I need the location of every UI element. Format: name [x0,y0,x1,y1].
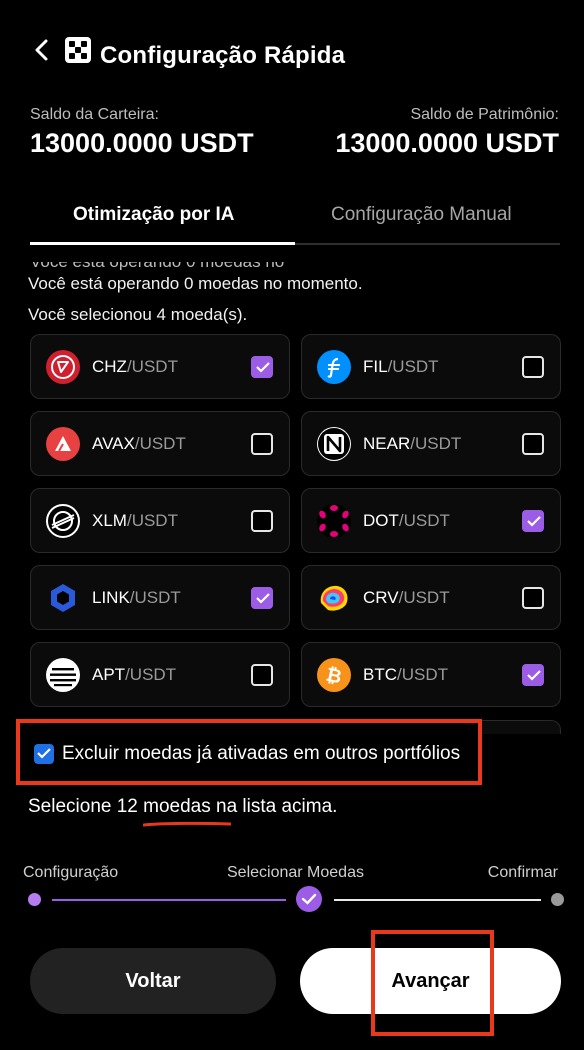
equity-balance-label: Saldo de Patrimônio: [410,106,559,123]
tab-manual-configuration[interactable]: Configuração Manual [331,204,512,226]
exclude-option-highlight: Excluir moedas já ativadas em outros por… [16,719,482,785]
exclude-label[interactable]: Excluir moedas já ativadas em outros por… [62,743,460,765]
coin-card-avax[interactable]: AVAX/USDT [30,411,290,476]
chevron-left-icon[interactable] [30,38,54,62]
check-icon [296,886,322,912]
tab-ai-optimization[interactable]: Otimização por IA [73,204,235,226]
next-button-highlight [371,930,494,1036]
step-label-confirm: Confirmar [487,864,558,881]
coin-checkbox[interactable] [251,356,273,378]
coin-pair: NEAR/USDT [363,434,462,453]
operating-info: Você está operando 0 moedas no momento. [28,274,363,293]
coin-card-link[interactable]: LINK/USDT [30,565,290,630]
coin-checkbox[interactable] [251,587,273,609]
coin-pair: DOT/USDT [363,511,450,530]
coin-card-dot[interactable]: DOT/USDT [301,488,561,553]
fil-icon [317,350,351,384]
apt-icon [46,658,80,692]
tab-bar: Otimização por IA Configuração Manual [30,190,560,245]
step-label-select-coins: Selecionar Moedas [227,864,364,881]
crv-icon [317,581,351,615]
scrolled-text-fragment: Você está operando 0 moedas no momento. [30,262,330,270]
selected-info: Você selecionou 4 moeda(s). [28,305,248,324]
dot-icon [317,504,351,538]
coin-card-near[interactable]: NEAR/USDT [301,411,561,476]
header: Configuração Rápida [0,30,584,86]
coin-checkbox[interactable] [251,664,273,686]
coin-checkbox[interactable] [522,433,544,455]
coin-pair: LINK/USDT [92,588,181,607]
coin-card-chz[interactable]: CHZ/USDT [30,334,290,399]
xlm-icon [46,504,80,538]
btc-icon: ₿ [317,658,351,692]
coin-pair: APT/USDT [92,665,177,684]
step-label-configuration: Configuração [23,864,119,881]
wallet-balance-label: Saldo da Carteira: [30,106,159,123]
coin-checkbox[interactable] [251,433,273,455]
coin-pair: CHZ/USDT [92,357,178,376]
coin-pair: BTC/USDT [363,665,448,684]
coin-checkbox[interactable] [522,356,544,378]
wallet-balance-value: 13000.0000 USDT [30,128,254,158]
chz-icon [46,350,80,384]
avax-icon [46,427,80,461]
link-icon [46,581,80,615]
back-button[interactable]: Voltar [30,948,276,1014]
coin-card-fil[interactable]: FIL/USDT [301,334,561,399]
select-prompt: Selecione 12 moedas na lista acima. [28,796,338,817]
coin-card-xlm[interactable]: XLM/USDT [30,488,290,553]
coin-pair: XLM/USDT [92,511,178,530]
exclude-checkbox[interactable] [34,744,54,764]
step-dot-done [28,893,41,906]
coin-pair: FIL/USDT [363,357,439,376]
step-line-done [52,899,286,901]
step-line-pending [334,899,541,901]
coin-checkbox[interactable] [251,510,273,532]
coin-checkbox[interactable] [522,664,544,686]
coin-checkbox[interactable] [522,587,544,609]
coin-checkbox[interactable] [522,510,544,532]
dice-logo-icon [64,36,92,64]
coin-card-crv[interactable]: CRV/USDT [301,565,561,630]
squiggle-underline [143,821,231,827]
coin-pair: AVAX/USDT [92,434,186,453]
equity-balance-value: 13000.0000 USDT [335,128,559,158]
active-tab-indicator [30,242,295,245]
coin-pair: CRV/USDT [363,588,450,607]
step-dot-pending [551,893,564,906]
near-icon [317,427,351,461]
coin-card-apt[interactable]: APT/USDT [30,642,290,707]
page-title: Configuração Rápida [100,42,346,69]
svg-text:₿: ₿ [324,664,344,689]
coin-card-btc[interactable]: ₿ BTC/USDT [301,642,561,707]
